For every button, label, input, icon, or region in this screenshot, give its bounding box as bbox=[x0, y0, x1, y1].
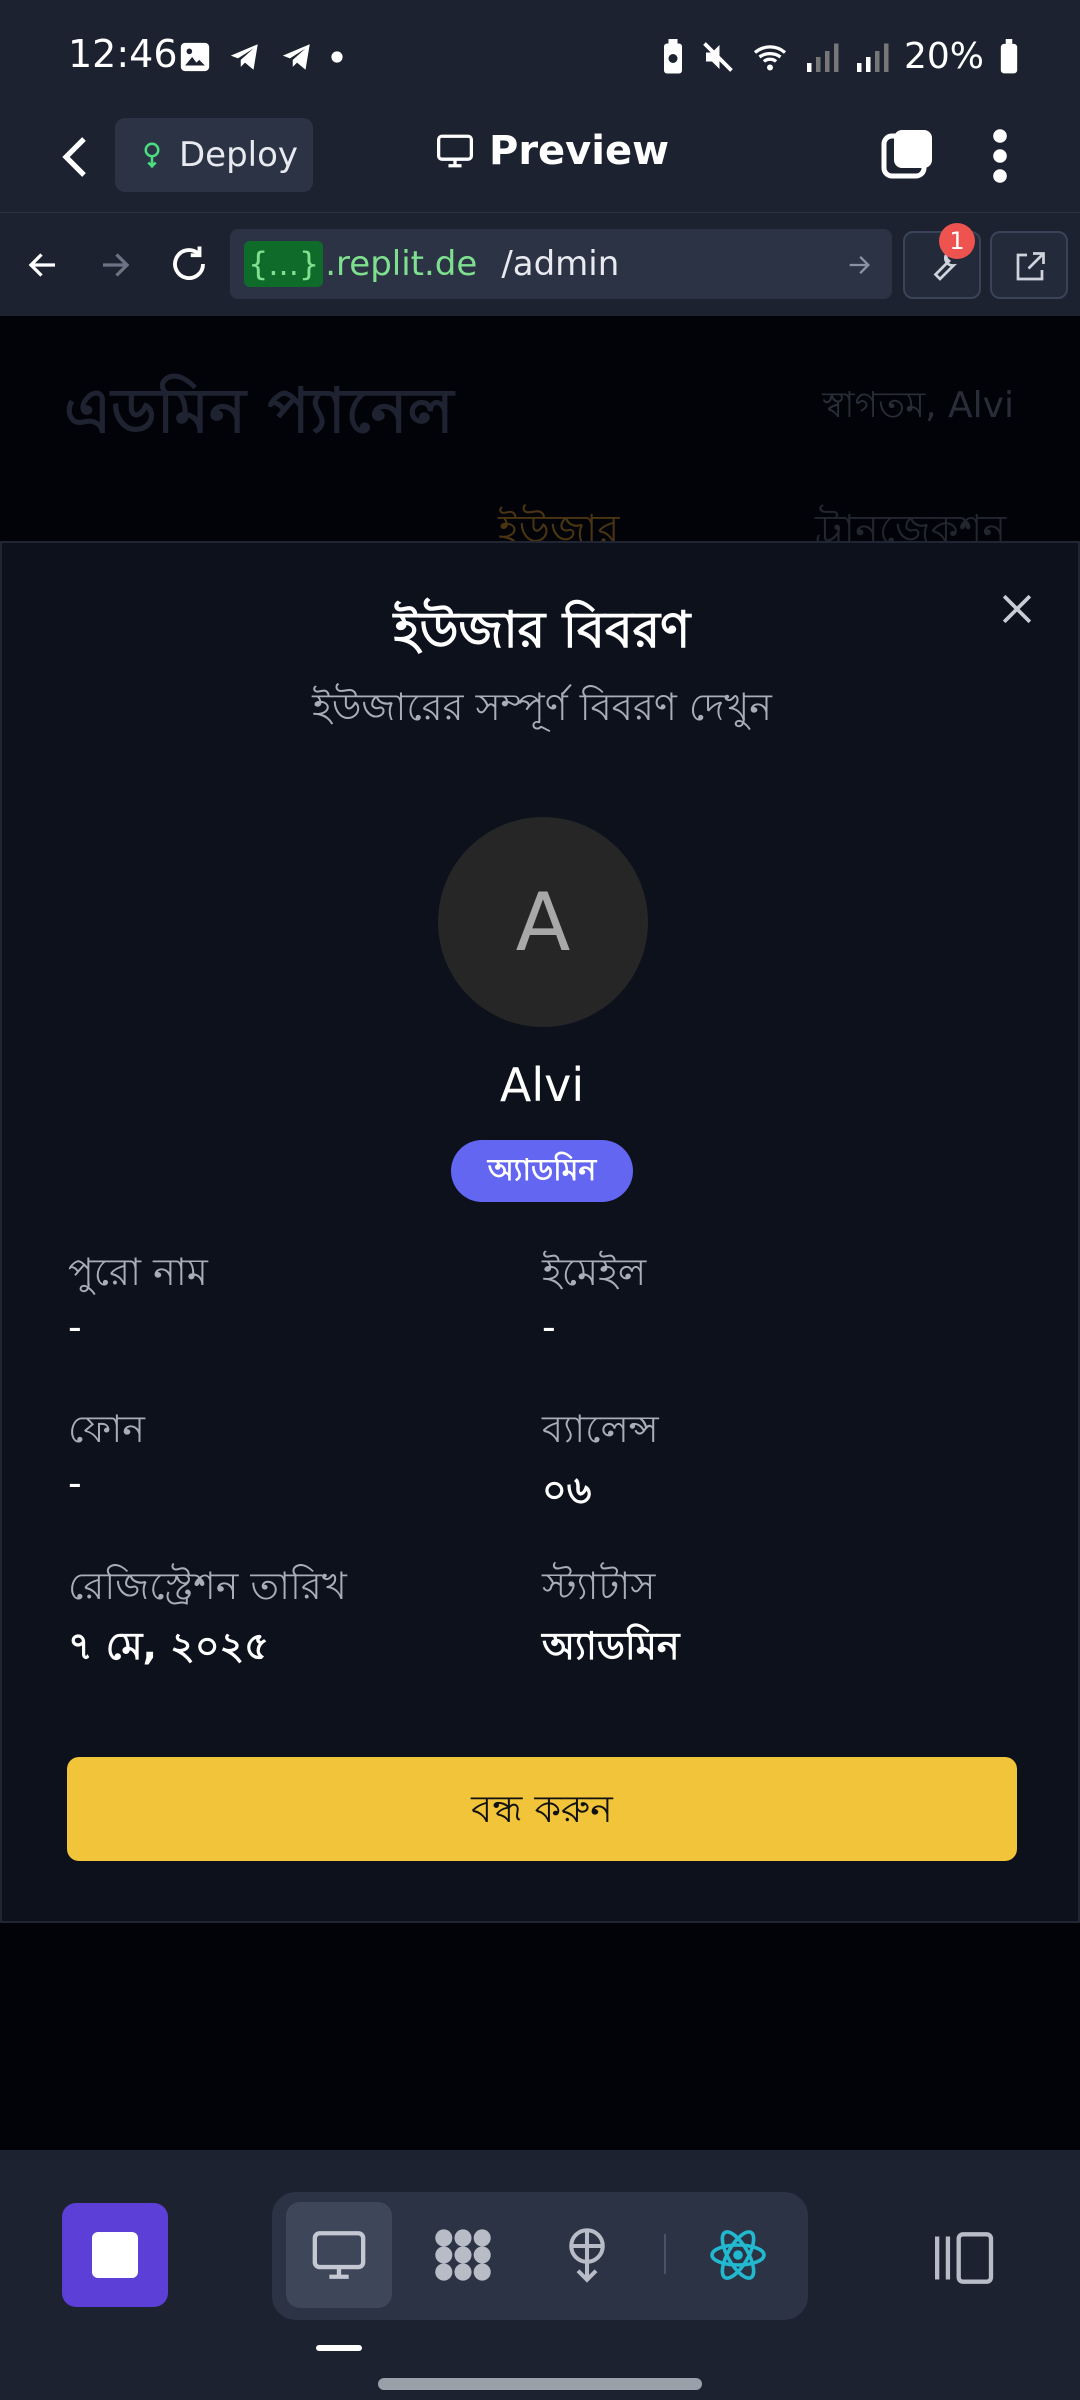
reg-date-value: ৭ মে, ২০২৫ bbox=[68, 1624, 269, 1668]
monitor-icon bbox=[312, 2231, 366, 2279]
url-field[interactable]: {...} .replit.de /admin bbox=[230, 229, 892, 299]
url-path: /admin bbox=[501, 244, 620, 284]
close-icon[interactable] bbox=[995, 587, 1039, 631]
active-indicator bbox=[316, 2345, 362, 2351]
external-link-icon bbox=[1016, 252, 1045, 281]
close-button[interactable]: বন্ধ করুন bbox=[67, 1757, 1017, 1861]
devtools-button[interactable]: 1 bbox=[903, 223, 981, 299]
react-icon bbox=[710, 2230, 766, 2280]
deploy-tool-button[interactable] bbox=[534, 2202, 640, 2308]
status-time: 12:46 bbox=[68, 32, 178, 76]
gallery-icon bbox=[180, 42, 210, 72]
telegram-icon bbox=[282, 44, 310, 70]
stop-icon bbox=[92, 2232, 138, 2278]
balance-value: ০৬ bbox=[542, 1468, 592, 1512]
full-name-label: পুরো নাম bbox=[68, 1250, 208, 1294]
stop-button[interactable] bbox=[62, 2203, 168, 2307]
toolbar-divider bbox=[664, 2234, 666, 2274]
split-view-icon[interactable] bbox=[930, 2230, 996, 2286]
signal-icon bbox=[806, 43, 839, 72]
go-arrow-icon[interactable] bbox=[844, 251, 874, 279]
status-label: স্ট্যাটাস bbox=[542, 1564, 656, 1608]
dialog-title: ইউজার বিবরণ bbox=[393, 601, 691, 659]
phone-value: - bbox=[68, 1461, 82, 1505]
user-details-dialog: ইউজার বিবরণ ইউজারের সম্পূর্ণ বিবরণ দেখুন… bbox=[0, 541, 1080, 1923]
preview-tool-button[interactable] bbox=[286, 2202, 392, 2308]
dialog-subtitle: ইউজারের সম্পূর্ণ বিবরণ দেখুন bbox=[312, 685, 772, 729]
avatar: A bbox=[438, 817, 648, 1027]
react-tool-button[interactable] bbox=[685, 2202, 791, 2308]
wifi-icon bbox=[753, 44, 787, 70]
monitor-icon bbox=[437, 134, 473, 168]
reload-icon[interactable] bbox=[168, 243, 210, 285]
mute-icon bbox=[703, 41, 733, 72]
deploy-icon bbox=[144, 142, 160, 169]
deploy-button[interactable]: Deploy bbox=[115, 118, 313, 192]
signal-icon bbox=[856, 43, 889, 72]
page-title: এডমিন প্যানেল bbox=[64, 374, 454, 447]
back-chevron-icon[interactable] bbox=[56, 132, 96, 182]
email-value: - bbox=[542, 1305, 556, 1349]
notification-badge: 1 bbox=[939, 223, 975, 259]
email-label: ইমেইল bbox=[542, 1250, 647, 1294]
tool-group bbox=[272, 2192, 808, 2320]
app-bar: Deploy Preview bbox=[0, 100, 1080, 212]
dot-icon bbox=[331, 51, 343, 63]
url-brace: {...} bbox=[244, 241, 324, 287]
forward-arrow-icon[interactable] bbox=[96, 247, 134, 283]
preview-label: Preview bbox=[489, 128, 670, 174]
tabs-icon[interactable] bbox=[880, 126, 936, 182]
open-external-button[interactable] bbox=[990, 231, 1068, 299]
back-arrow-icon[interactable] bbox=[24, 247, 62, 283]
more-vertical-icon[interactable] bbox=[984, 126, 1016, 186]
battery-percent: 20% bbox=[903, 36, 984, 77]
gesture-bar bbox=[378, 2378, 702, 2390]
phone-label: ফোন bbox=[68, 1407, 145, 1451]
status-bar: 12:46 20% bbox=[0, 0, 1080, 100]
packages-tool-button[interactable] bbox=[410, 2202, 516, 2308]
cluster-icon bbox=[435, 2229, 491, 2281]
url-bar: {...} .replit.de /admin 1 bbox=[0, 212, 1080, 316]
welcome-text: স্বাগতম, Alvi bbox=[822, 385, 1014, 426]
balance-label: ব্যালেন্স bbox=[542, 1407, 659, 1451]
deploy-label: Deploy bbox=[179, 135, 299, 175]
reg-date-label: রেজিস্ট্রেশন তারিখ bbox=[68, 1564, 347, 1608]
battery-icon bbox=[1000, 38, 1018, 73]
system-icons: 20% bbox=[660, 36, 1020, 77]
deploy-icon bbox=[569, 2228, 605, 2283]
url-domain: .replit.de bbox=[325, 244, 478, 284]
role-badge: অ্যাডমিন bbox=[451, 1140, 633, 1202]
user-name: Alvi bbox=[499, 1058, 585, 1112]
telegram-icon bbox=[230, 44, 258, 70]
full-name-value: - bbox=[68, 1305, 82, 1349]
status-value: অ্যাডমিন bbox=[542, 1624, 680, 1668]
preview-title: Preview bbox=[435, 128, 669, 174]
avatar-initial: A bbox=[515, 875, 571, 969]
bottom-toolbar bbox=[0, 2150, 1080, 2400]
notification-icons bbox=[178, 40, 344, 74]
battery-saver-icon bbox=[663, 38, 682, 73]
